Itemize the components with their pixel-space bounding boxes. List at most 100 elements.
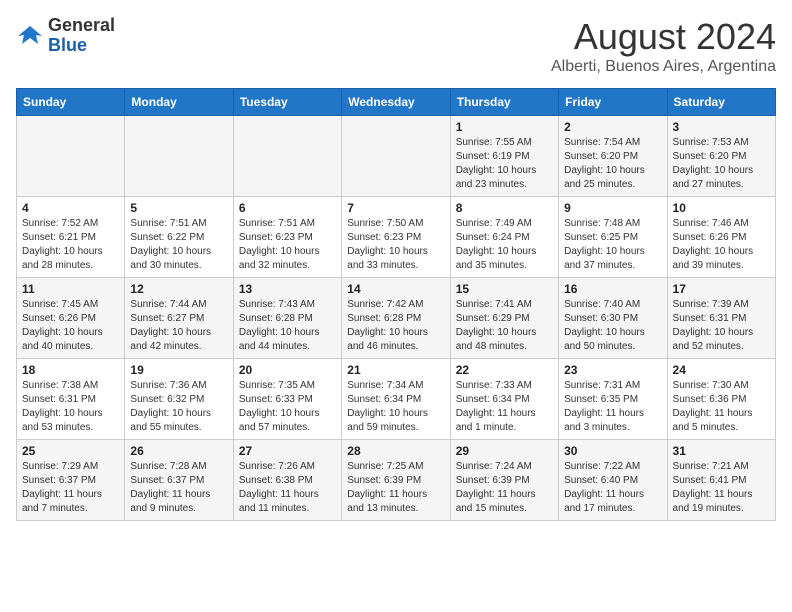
logo-bird-icon (16, 22, 44, 50)
calendar-cell: 29 Sunrise: 7:24 AM Sunset: 6:39 PM Dayli… (450, 440, 558, 521)
calendar-cell: 8Sunrise: 7:49 AM Sunset: 6:24 PM Daylig… (450, 197, 558, 278)
day-number: 15 (456, 282, 553, 296)
week-row-1: 1Sunrise: 7:55 AM Sunset: 6:19 PM Daylig… (17, 116, 776, 197)
day-info: Sunrise: 7:30 AM Sunset: 6:36 PM Dayligh… (673, 379, 770, 435)
day-number: 26 (130, 444, 227, 458)
day-number: 29 (456, 444, 553, 458)
day-number: 24 (673, 363, 770, 377)
page-header: General Blue August 2024 Alberti, Buenos… (16, 16, 776, 76)
day-number: 16 (564, 282, 661, 296)
day-info: Sunrise: 7:45 AM Sunset: 6:26 PM Dayligh… (22, 298, 119, 354)
calendar-cell (125, 116, 233, 197)
day-info: Sunrise: 7:22 AM Sunset: 6:40 PM Dayligh… (564, 460, 661, 516)
calendar-cell: 19Sunrise: 7:36 AM Sunset: 6:32 PM Dayli… (125, 359, 233, 440)
day-info: Sunrise: 7:39 AM Sunset: 6:31 PM Dayligh… (673, 298, 770, 354)
calendar-cell: 12 Sunrise: 7:44 AM Sunset: 6:27 PM Dayli… (125, 278, 233, 359)
weekday-header-row: SundayMondayTuesdayWednesdayThursdayFrid… (17, 89, 776, 116)
calendar-cell: 5 Sunrise: 7:51 AM Sunset: 6:22 PM Daylig… (125, 197, 233, 278)
calendar-cell: 10 Sunrise: 7:46 AM Sunset: 6:26 PM Dayli… (667, 197, 775, 278)
day-number: 17 (673, 282, 770, 296)
calendar-cell: 17 Sunrise: 7:39 AM Sunset: 6:31 PM Dayli… (667, 278, 775, 359)
calendar-cell: 20Sunrise: 7:35 AM Sunset: 6:33 PM Dayli… (233, 359, 341, 440)
day-number: 10 (673, 201, 770, 215)
weekday-header-thursday: Thursday (450, 89, 558, 116)
calendar-cell: 2 Sunrise: 7:54 AM Sunset: 6:20 PM Daylig… (559, 116, 667, 197)
calendar-cell: 23 Sunrise: 7:31 AM Sunset: 6:35 PM Dayli… (559, 359, 667, 440)
day-info: Sunrise: 7:31 AM Sunset: 6:35 PM Dayligh… (564, 379, 661, 435)
day-info: Sunrise: 7:50 AM Sunset: 6:23 PM Dayligh… (347, 217, 444, 273)
calendar-cell: 14Sunrise: 7:42 AM Sunset: 6:28 PM Dayli… (342, 278, 450, 359)
calendar-cell: 26 Sunrise: 7:28 AM Sunset: 6:37 PM Dayli… (125, 440, 233, 521)
calendar-cell: 24 Sunrise: 7:30 AM Sunset: 6:36 PM Dayli… (667, 359, 775, 440)
day-info: Sunrise: 7:48 AM Sunset: 6:25 PM Dayligh… (564, 217, 661, 273)
day-number: 28 (347, 444, 444, 458)
calendar-cell: 13 Sunrise: 7:43 AM Sunset: 6:28 PM Dayli… (233, 278, 341, 359)
weekday-header-wednesday: Wednesday (342, 89, 450, 116)
day-number: 4 (22, 201, 119, 215)
day-info: Sunrise: 7:35 AM Sunset: 6:33 PM Dayligh… (239, 379, 336, 435)
day-info: Sunrise: 7:51 AM Sunset: 6:22 PM Dayligh… (130, 217, 227, 273)
day-info: Sunrise: 7:21 AM Sunset: 6:41 PM Dayligh… (673, 460, 770, 516)
day-info: Sunrise: 7:53 AM Sunset: 6:20 PM Dayligh… (673, 136, 770, 192)
day-number: 31 (673, 444, 770, 458)
calendar-cell: 16 Sunrise: 7:40 AM Sunset: 6:30 PM Dayli… (559, 278, 667, 359)
day-number: 7 (347, 201, 444, 215)
weekday-header-friday: Friday (559, 89, 667, 116)
day-info: Sunrise: 7:26 AM Sunset: 6:38 PM Dayligh… (239, 460, 336, 516)
calendar-cell: 1Sunrise: 7:55 AM Sunset: 6:19 PM Daylig… (450, 116, 558, 197)
day-number: 8 (456, 201, 553, 215)
day-number: 22 (456, 363, 553, 377)
month-title: August 2024 (551, 16, 776, 58)
calendar-cell: 6Sunrise: 7:51 AM Sunset: 6:23 PM Daylig… (233, 197, 341, 278)
logo-blue: Blue (48, 35, 87, 55)
day-info: Sunrise: 7:29 AM Sunset: 6:37 PM Dayligh… (22, 460, 119, 516)
day-info: Sunrise: 7:25 AM Sunset: 6:39 PM Dayligh… (347, 460, 444, 516)
day-number: 3 (673, 120, 770, 134)
calendar-cell (17, 116, 125, 197)
day-number: 2 (564, 120, 661, 134)
week-row-2: 4 Sunrise: 7:52 AM Sunset: 6:21 PM Daylig… (17, 197, 776, 278)
day-number: 23 (564, 363, 661, 377)
day-number: 21 (347, 363, 444, 377)
day-info: Sunrise: 7:41 AM Sunset: 6:29 PM Dayligh… (456, 298, 553, 354)
day-info: Sunrise: 7:36 AM Sunset: 6:32 PM Dayligh… (130, 379, 227, 435)
day-info: Sunrise: 7:40 AM Sunset: 6:30 PM Dayligh… (564, 298, 661, 354)
week-row-5: 25 Sunrise: 7:29 AM Sunset: 6:37 PM Dayli… (17, 440, 776, 521)
weekday-header-monday: Monday (125, 89, 233, 116)
calendar-cell: 22 Sunrise: 7:33 AM Sunset: 6:34 PM Dayli… (450, 359, 558, 440)
calendar-cell: 28 Sunrise: 7:25 AM Sunset: 6:39 PM Dayli… (342, 440, 450, 521)
day-number: 9 (564, 201, 661, 215)
day-info: Sunrise: 7:52 AM Sunset: 6:21 PM Dayligh… (22, 217, 119, 273)
day-info: Sunrise: 7:54 AM Sunset: 6:20 PM Dayligh… (564, 136, 661, 192)
day-number: 27 (239, 444, 336, 458)
weekday-header-tuesday: Tuesday (233, 89, 341, 116)
logo: General Blue (16, 16, 115, 56)
calendar-cell (233, 116, 341, 197)
calendar-cell: 30Sunrise: 7:22 AM Sunset: 6:40 PM Dayli… (559, 440, 667, 521)
day-info: Sunrise: 7:43 AM Sunset: 6:28 PM Dayligh… (239, 298, 336, 354)
day-info: Sunrise: 7:42 AM Sunset: 6:28 PM Dayligh… (347, 298, 444, 354)
day-number: 13 (239, 282, 336, 296)
day-number: 5 (130, 201, 227, 215)
calendar-cell: 18 Sunrise: 7:38 AM Sunset: 6:31 PM Dayli… (17, 359, 125, 440)
day-number: 6 (239, 201, 336, 215)
calendar-cell (342, 116, 450, 197)
calendar-cell: 21Sunrise: 7:34 AM Sunset: 6:34 PM Dayli… (342, 359, 450, 440)
day-number: 25 (22, 444, 119, 458)
day-info: Sunrise: 7:38 AM Sunset: 6:31 PM Dayligh… (22, 379, 119, 435)
day-number: 18 (22, 363, 119, 377)
weekday-header-sunday: Sunday (17, 89, 125, 116)
day-info: Sunrise: 7:33 AM Sunset: 6:34 PM Dayligh… (456, 379, 553, 435)
calendar-cell: 25 Sunrise: 7:29 AM Sunset: 6:37 PM Dayli… (17, 440, 125, 521)
day-number: 12 (130, 282, 227, 296)
calendar-cell: 9 Sunrise: 7:48 AM Sunset: 6:25 PM Daylig… (559, 197, 667, 278)
title-block: August 2024 Alberti, Buenos Aires, Argen… (551, 16, 776, 76)
day-info: Sunrise: 7:28 AM Sunset: 6:37 PM Dayligh… (130, 460, 227, 516)
logo-general: General (48, 15, 115, 35)
day-info: Sunrise: 7:44 AM Sunset: 6:27 PM Dayligh… (130, 298, 227, 354)
day-info: Sunrise: 7:24 AM Sunset: 6:39 PM Dayligh… (456, 460, 553, 516)
day-number: 1 (456, 120, 553, 134)
week-row-4: 18 Sunrise: 7:38 AM Sunset: 6:31 PM Dayli… (17, 359, 776, 440)
day-number: 11 (22, 282, 119, 296)
day-info: Sunrise: 7:46 AM Sunset: 6:26 PM Dayligh… (673, 217, 770, 273)
